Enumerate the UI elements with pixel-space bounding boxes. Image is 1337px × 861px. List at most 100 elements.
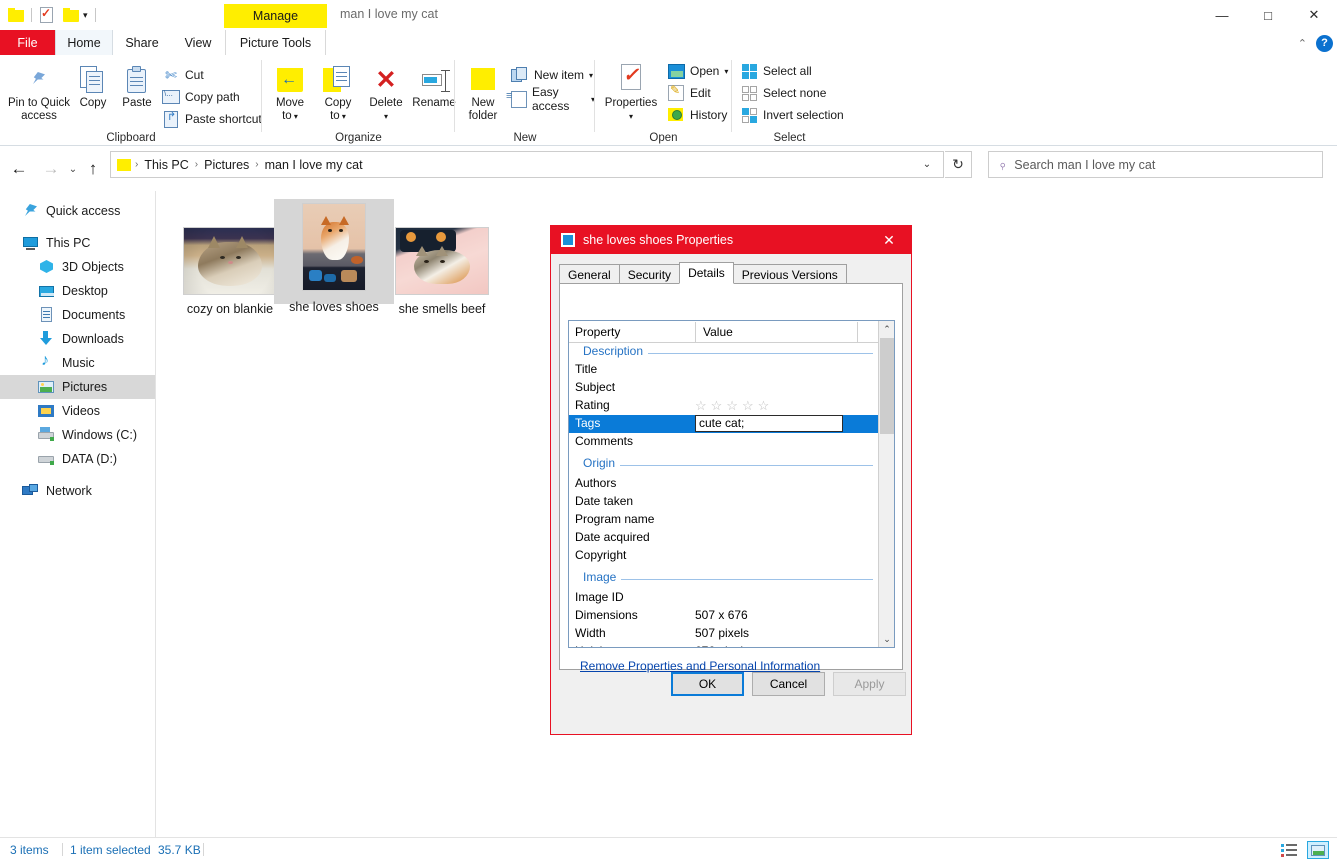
sidebar-item-network[interactable]: Network — [0, 479, 155, 503]
easy-access-button[interactable]: Easy access ▾ — [506, 85, 595, 113]
scroll-down-icon[interactable]: ⌄ — [879, 631, 894, 647]
select-none-button[interactable]: Select none — [738, 82, 826, 104]
copy-to-button[interactable]: Copy to ▾ — [314, 60, 362, 123]
sidebar-item-this-pc[interactable]: This PC — [0, 231, 155, 255]
dialog-tab-security[interactable]: Security — [618, 264, 681, 284]
sidebar-item-windows-c[interactable]: Windows (C:) — [0, 423, 155, 447]
properties-button[interactable]: ✓ Properties ▾ — [597, 60, 665, 123]
sidebar-item-desktop[interactable]: Desktop — [0, 279, 155, 303]
table-row[interactable]: Program name — [569, 511, 879, 529]
chevron-down-icon[interactable]: ▾ — [340, 112, 346, 121]
tab-view[interactable]: View — [171, 30, 225, 56]
properties-icon[interactable] — [39, 6, 53, 23]
details-view-button[interactable] — [1279, 841, 1301, 859]
list-item[interactable]: she loves shoes — [274, 199, 394, 314]
chevron-down-icon[interactable]: ▾ — [83, 10, 88, 21]
history-button[interactable]: History — [665, 104, 727, 126]
search-input[interactable]: Search man I love my cat — [1014, 158, 1155, 172]
ok-button[interactable]: OK — [671, 672, 744, 696]
paste-shortcut-button[interactable]: Paste shortcut — [160, 108, 262, 130]
up-button[interactable]: ↑ — [82, 153, 104, 185]
dialog-tab-previous-versions[interactable]: Previous Versions — [732, 264, 847, 284]
select-all-button[interactable]: Select all — [738, 60, 812, 82]
breadcrumb-item-this-pc[interactable]: This PC — [140, 158, 192, 172]
sidebar-item-3d-objects[interactable]: 3D Objects — [0, 255, 155, 279]
dialog-close-button[interactable]: ✕ — [867, 226, 911, 254]
edit-button[interactable]: Edit — [665, 82, 711, 104]
sidebar-item-quick-access[interactable]: Quick access — [0, 199, 155, 223]
property-value[interactable]: 507 x 676 — [695, 608, 748, 622]
table-row[interactable]: Tags cute cat; — [569, 415, 879, 433]
property-value[interactable]: 676 pixels — [695, 644, 749, 647]
help-icon[interactable]: ? — [1316, 34, 1333, 52]
move-to-button[interactable]: ← Move to ▾ — [266, 60, 314, 123]
folder-icon[interactable] — [8, 8, 24, 22]
contextual-tab-manage[interactable]: Manage — [224, 4, 327, 28]
forward-button[interactable]: → — [38, 153, 64, 185]
recent-locations-button[interactable]: ⌄ — [64, 153, 82, 185]
chevron-down-icon[interactable]: ▾ — [589, 71, 593, 80]
table-row[interactable]: Width 507 pixels — [569, 625, 879, 643]
invert-selection-button[interactable]: Invert selection — [738, 104, 844, 126]
back-button[interactable]: ← — [6, 153, 32, 185]
sidebar-item-pictures[interactable]: Pictures — [0, 375, 155, 399]
pin-to-quick-access-button[interactable]: Pin to Quick access — [8, 60, 70, 122]
property-value[interactable]: 507 pixels — [695, 626, 749, 640]
chevron-down-icon[interactable]: ▾ — [629, 112, 633, 121]
sidebar-item-music[interactable]: Music — [0, 351, 155, 375]
scrollbar-thumb[interactable] — [880, 338, 894, 434]
new-folder-icon[interactable] — [63, 8, 79, 22]
sidebar-item-downloads[interactable]: Downloads — [0, 327, 155, 351]
chevron-up-icon[interactable]: ⌃ — [1298, 37, 1307, 50]
apply-button[interactable]: Apply — [833, 672, 906, 696]
tab-picture-tools[interactable]: Picture Tools — [225, 30, 326, 56]
minimize-button[interactable]: — — [1199, 0, 1245, 30]
properties-dialog[interactable]: she loves shoes Properties ✕ General Sec… — [550, 225, 912, 735]
table-row[interactable]: Date taken — [569, 493, 879, 511]
table-row[interactable]: Date acquired — [569, 529, 879, 547]
scroll-up-icon[interactable]: ⌃ — [879, 321, 894, 337]
new-folder-button[interactable]: New folder — [459, 60, 507, 122]
breadcrumb-item-pictures[interactable]: Pictures — [200, 158, 253, 172]
properties-list[interactable]: Property Value Description Title Subject… — [568, 320, 895, 648]
table-row[interactable]: Copyright — [569, 547, 879, 565]
tab-home[interactable]: Home — [55, 30, 113, 56]
properties-scrollbar[interactable]: ⌃ ⌄ — [878, 321, 894, 647]
copy-path-button[interactable]: Copy path — [160, 86, 240, 108]
table-row[interactable]: Height 676 pixels — [569, 643, 879, 647]
dialog-tab-general[interactable]: General — [559, 264, 620, 284]
new-item-button[interactable]: New item ▾ — [509, 64, 593, 86]
breadcrumb-item-current[interactable]: man I love my cat — [261, 158, 367, 172]
sidebar-item-videos[interactable]: Videos — [0, 399, 155, 423]
table-row[interactable]: Subject — [569, 379, 879, 397]
address-dropdown-button[interactable]: ⌄ — [912, 152, 942, 177]
table-row[interactable]: Rating ☆☆☆☆☆ — [569, 397, 879, 415]
maximize-button[interactable]: □ — [1245, 0, 1291, 30]
table-row[interactable]: Comments — [569, 433, 879, 451]
table-row[interactable]: Authors — [569, 475, 879, 493]
sidebar-item-data-d[interactable]: DATA (D:) — [0, 447, 155, 471]
breadcrumb[interactable]: › This PC › Pictures › man I love my cat — [110, 151, 944, 178]
remove-properties-link[interactable]: Remove Properties and Personal Informati… — [580, 659, 820, 673]
table-row[interactable]: Title — [569, 361, 879, 379]
chevron-down-icon[interactable]: ▾ — [384, 112, 388, 121]
list-item[interactable]: she smells beef — [382, 199, 502, 317]
rename-button[interactable]: Rename — [409, 60, 459, 110]
table-row[interactable]: Dimensions 507 x 676 — [569, 607, 879, 625]
chevron-down-icon[interactable]: ▾ — [724, 67, 728, 76]
search-box[interactable]: ⌕ Search man I love my cat — [988, 151, 1323, 178]
refresh-button[interactable]: ↻ — [945, 151, 972, 178]
tab-share[interactable]: Share — [113, 30, 171, 56]
open-button[interactable]: Open ▾ — [665, 60, 728, 82]
rating-stars[interactable]: ☆☆☆☆☆ — [695, 398, 773, 414]
dialog-tab-details[interactable]: Details — [679, 262, 734, 284]
copy-button[interactable]: Copy — [72, 60, 114, 110]
cut-button[interactable]: ✄ Cut — [160, 64, 204, 86]
close-button[interactable]: ✕ — [1291, 0, 1337, 30]
large-icons-view-button[interactable] — [1307, 841, 1329, 859]
delete-button[interactable]: ✕ Delete ▾ — [362, 60, 410, 123]
cancel-button[interactable]: Cancel — [752, 672, 825, 696]
paste-button[interactable]: Paste — [116, 60, 158, 110]
tags-input[interactable]: cute cat; — [695, 415, 843, 432]
chevron-down-icon[interactable]: ▾ — [292, 112, 298, 121]
